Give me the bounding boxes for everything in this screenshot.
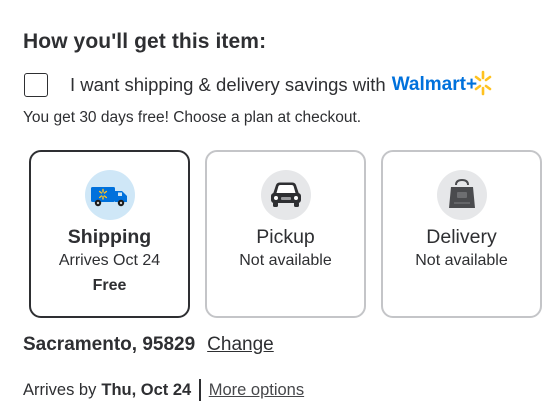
shipping-subtitle: Arrives Oct 24 — [58, 252, 161, 269]
delivery-subtitle: Not available — [415, 252, 508, 269]
pickup-title: Pickup — [256, 226, 315, 248]
fulfillment-option-pickup[interactable]: Pickup Not available — [205, 150, 366, 318]
more-options-link[interactable]: More options — [209, 381, 304, 400]
shipping-price: Free — [92, 277, 127, 294]
divider — [199, 379, 201, 401]
bag-icon — [436, 170, 487, 220]
fulfillment-option-delivery[interactable]: Delivery Not available — [381, 150, 542, 318]
fulfillment-option-shipping[interactable]: Shipping Arrives Oct 24 Free — [29, 150, 190, 318]
car-icon — [260, 170, 311, 220]
pickup-subtitle: Not available — [239, 252, 332, 269]
delivery-title: Delivery — [426, 226, 497, 248]
section-heading: How you'll get this item: — [23, 30, 267, 53]
change-location-link[interactable]: Change — [207, 334, 274, 356]
location-text: Sacramento, 95829 — [23, 334, 196, 355]
arrival-row: Arrives by Thu, Oct 24 More options — [23, 379, 304, 401]
walmart-plus-checkbox-label[interactable]: I want shipping & delivery savings with — [70, 74, 386, 96]
arrival-date: Thu, Oct 24 — [101, 380, 192, 399]
walmart-plus-subtext: You get 30 days free! Choose a plan at c… — [23, 109, 362, 126]
walmart-spark-icon — [474, 70, 492, 96]
arrival-prefix: Arrives by — [23, 380, 97, 399]
shipping-title: Shipping — [67, 226, 152, 248]
location-row: Sacramento, 95829 Change — [23, 334, 274, 356]
truck-icon — [84, 170, 135, 220]
walmart-plus-row: I want shipping & delivery savings with … — [24, 70, 492, 100]
walmart-plus-checkbox[interactable] — [24, 73, 48, 97]
walmart-plus-brand: Walmart+ — [391, 74, 478, 95]
